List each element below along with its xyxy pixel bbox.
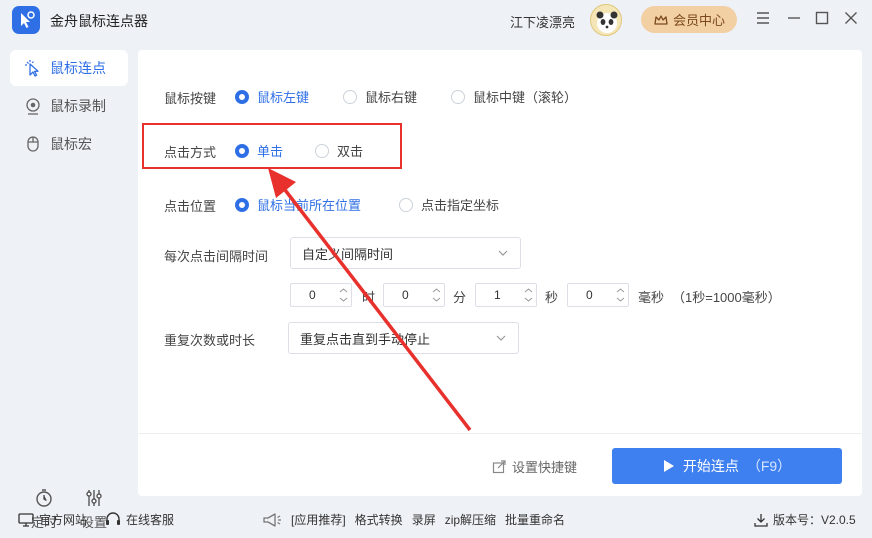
record-icon bbox=[26, 98, 40, 115]
online-support-link[interactable]: 在线客服 bbox=[105, 511, 174, 528]
maximize-icon[interactable] bbox=[814, 10, 830, 26]
radio-label: 鼠标左键 bbox=[257, 90, 310, 105]
radio-dot bbox=[451, 89, 465, 104]
minutes-value: 0 bbox=[402, 288, 409, 302]
start-clicking-button[interactable]: 开始连点 （F9） bbox=[612, 448, 842, 484]
sidebar-item-label: 鼠标连点 bbox=[50, 60, 106, 76]
radio-label: 双击 bbox=[337, 144, 364, 159]
recommend-app-link[interactable]: 录屏 bbox=[412, 511, 436, 528]
ms-input[interactable]: 0 bbox=[567, 283, 629, 307]
radio-middle-button[interactable]: 鼠标中键（滚轮） bbox=[451, 87, 577, 106]
monitor-icon bbox=[18, 512, 34, 527]
seconds-unit: 秒 bbox=[545, 290, 559, 305]
interval-label: 每次点击间隔时间 bbox=[164, 249, 269, 264]
start-label: 开始连点 bbox=[682, 458, 739, 474]
radio-current-position[interactable]: 鼠标当前所在位置 bbox=[235, 195, 361, 214]
radio-single-click[interactable]: 单击 bbox=[235, 141, 283, 160]
megaphone-icon bbox=[263, 512, 281, 527]
download-icon bbox=[754, 513, 768, 527]
radio-left-button[interactable]: 鼠标左键 bbox=[235, 87, 309, 106]
username[interactable]: 江下凌漂亮 bbox=[510, 12, 575, 31]
vip-label: 会员中心 bbox=[672, 13, 725, 28]
radio-right-button[interactable]: 鼠标右键 bbox=[343, 87, 417, 106]
recommend-app-link[interactable]: 批量重命名 bbox=[505, 511, 565, 528]
radio-label: 鼠标右键 bbox=[365, 90, 418, 105]
sidebar-item-mouse-macro[interactable]: 鼠标宏 bbox=[10, 126, 128, 162]
official-website-label: 官方网站 bbox=[39, 513, 88, 527]
radio-label: 单击 bbox=[257, 144, 284, 159]
vip-center-button[interactable]: 会员中心 bbox=[641, 6, 737, 33]
ms-value: 0 bbox=[586, 288, 593, 302]
stepper-arrows-icon[interactable] bbox=[616, 286, 625, 304]
title-bar: 金舟鼠标连点器 江下凌漂亮 会员中心 bbox=[0, 0, 872, 40]
version-info[interactable]: 版本号：V2.0.5 bbox=[754, 511, 856, 528]
click-mode-label: 点击方式 bbox=[164, 145, 217, 160]
app-logo-icon bbox=[12, 6, 40, 34]
minimize-icon[interactable] bbox=[786, 10, 802, 26]
ms-unit: 毫秒 bbox=[638, 290, 665, 305]
crown-icon bbox=[654, 14, 668, 25]
panda-avatar-icon bbox=[596, 11, 618, 33]
radio-fixed-coordinate[interactable]: 点击指定坐标 bbox=[399, 195, 499, 214]
radio-dot bbox=[235, 143, 249, 158]
seconds-input[interactable]: 1 bbox=[475, 283, 537, 307]
ms-conversion-note: （1秒=1000毫秒） bbox=[672, 290, 781, 305]
sidebar-item-mouse-record[interactable]: 鼠标录制 bbox=[10, 88, 128, 124]
repeat-select[interactable]: 重复点击直到手动停止 bbox=[288, 322, 519, 354]
mouse-button-label: 鼠标按键 bbox=[164, 91, 217, 106]
footer-divider bbox=[138, 433, 862, 434]
start-hotkey: （F9） bbox=[746, 458, 792, 474]
radio-dot bbox=[399, 197, 413, 212]
recommend-app-link[interactable]: zip解压缩 bbox=[445, 511, 496, 528]
chevron-down-icon bbox=[498, 250, 508, 256]
stepper-arrows-icon[interactable] bbox=[339, 286, 348, 304]
mouse-icon bbox=[27, 136, 39, 152]
shortcut-label: 设置快捷键 bbox=[512, 460, 578, 475]
version-label: 版本号：V2.0.5 bbox=[773, 513, 856, 527]
radio-dot bbox=[235, 89, 249, 104]
recommend-label: [应用推荐] bbox=[291, 513, 346, 527]
sidebar-item-label: 鼠标宏 bbox=[50, 136, 92, 152]
menu-icon[interactable] bbox=[755, 10, 771, 26]
hours-input[interactable]: 0 bbox=[290, 283, 352, 307]
seconds-value: 1 bbox=[494, 288, 501, 302]
avatar[interactable] bbox=[590, 4, 622, 36]
radio-dot bbox=[343, 89, 357, 104]
chevron-down-icon bbox=[496, 335, 506, 341]
radio-double-click[interactable]: 双击 bbox=[315, 141, 363, 160]
stepper-arrows-icon[interactable] bbox=[432, 286, 441, 304]
shortcut-icon bbox=[492, 460, 506, 474]
hours-unit: 时 bbox=[362, 290, 376, 305]
sidebar-item-label: 鼠标录制 bbox=[50, 98, 106, 114]
interval-select[interactable]: 自定义间隔时间 bbox=[290, 237, 521, 269]
close-icon[interactable] bbox=[843, 10, 859, 26]
radio-dot bbox=[235, 197, 249, 212]
radio-label: 鼠标当前所在位置 bbox=[257, 198, 362, 213]
repeat-select-value: 重复点击直到手动停止 bbox=[300, 331, 431, 347]
main-panel: 鼠标按键 鼠标左键 鼠标右键 鼠标中键（滚轮） 点击方式 单击 双击 点击位置 … bbox=[138, 50, 862, 496]
status-bar: 官方网站 在线客服 [应用推荐] 格式转换 录屏 zip解压缩 批量重命名 版本… bbox=[0, 500, 872, 538]
hours-value: 0 bbox=[309, 288, 316, 302]
official-website-link[interactable]: 官方网站 bbox=[18, 511, 87, 528]
minutes-unit: 分 bbox=[453, 290, 467, 305]
sidebar: 鼠标连点 鼠标录制 鼠标宏 定时 设置 bbox=[0, 40, 136, 530]
shortcut-settings-button[interactable]: 设置快捷键 bbox=[492, 457, 577, 476]
online-support-label: 在线客服 bbox=[126, 513, 175, 527]
interval-select-value: 自定义间隔时间 bbox=[302, 246, 394, 262]
minutes-input[interactable]: 0 bbox=[383, 283, 445, 307]
recommend-app-link[interactable]: 格式转换 bbox=[355, 511, 403, 528]
sidebar-item-mouse-click[interactable]: 鼠标连点 bbox=[10, 50, 128, 86]
app-recommendations: [应用推荐] 格式转换 录屏 zip解压缩 批量重命名 bbox=[262, 511, 565, 528]
click-position-label: 点击位置 bbox=[164, 199, 217, 214]
radio-label: 鼠标中键（滚轮） bbox=[473, 90, 578, 105]
cursor-click-icon bbox=[25, 60, 39, 77]
radio-label: 点击指定坐标 bbox=[421, 198, 500, 213]
app-title: 金舟鼠标连点器 bbox=[50, 13, 148, 29]
radio-dot bbox=[315, 143, 329, 158]
repeat-label: 重复次数或时长 bbox=[164, 333, 256, 348]
stepper-arrows-icon[interactable] bbox=[524, 286, 533, 304]
play-icon bbox=[663, 460, 674, 472]
headset-icon bbox=[106, 512, 120, 525]
